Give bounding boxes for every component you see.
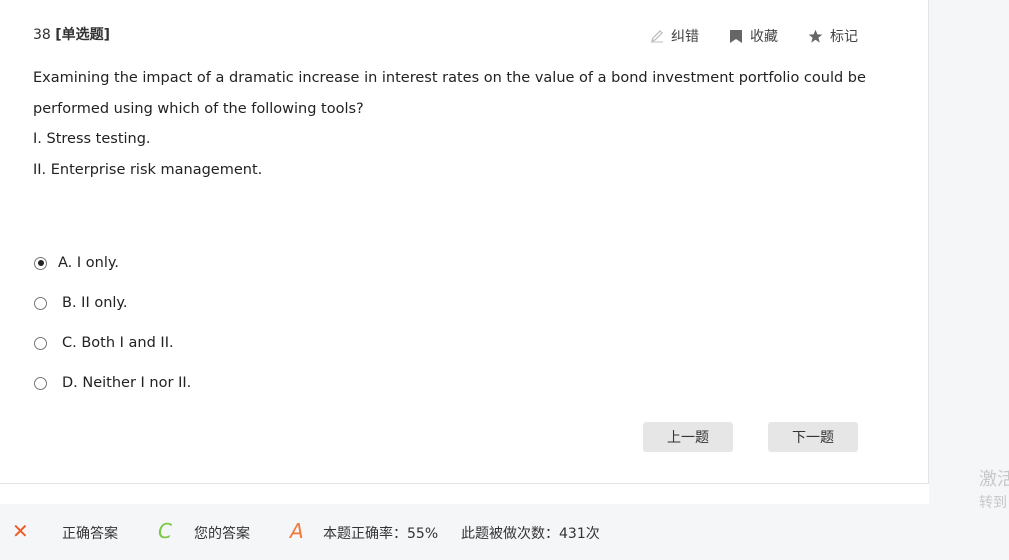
next-question-button[interactable]: 下一题 — [768, 422, 858, 452]
bookmark-icon — [729, 29, 743, 44]
option-a-label: A. I only. — [58, 255, 119, 271]
option-c-label: C. Both I and II. — [62, 335, 174, 351]
your-answer-value: A — [290, 519, 304, 543]
wrong-x-icon: ✕ — [12, 519, 29, 543]
favorite-button[interactable]: 收藏 — [729, 26, 778, 46]
option-b[interactable]: B. II only. — [34, 283, 191, 323]
question-stem: Examining the impact of a dramatic incre… — [33, 70, 866, 117]
correct-answer-value: C — [158, 519, 172, 543]
report-error-label: 纠错 — [671, 29, 699, 45]
option-b-radio[interactable] — [34, 296, 47, 310]
option-d-radio[interactable] — [34, 376, 47, 390]
question-statement-2: II. Enterprise risk management. — [33, 161, 263, 178]
question-statement-1: I. Stress testing. — [33, 131, 151, 147]
answer-options: A. I only. B. II only. C. Both I and II.… — [34, 243, 191, 403]
accuracy-rate: 本题正确率：55% — [323, 526, 439, 542]
option-a-radio[interactable] — [34, 256, 47, 270]
option-c-radio[interactable] — [34, 336, 47, 350]
star-icon — [808, 29, 823, 44]
attempt-count: 此题被做次数：431次 — [461, 526, 600, 542]
divider — [0, 484, 928, 504]
question-header: 38 [单选题] — [33, 24, 110, 44]
activation-watermark-sub: 转到 — [979, 495, 1007, 511]
question-number: 38 — [33, 27, 51, 43]
your-answer-label: 您的答案 — [194, 526, 250, 542]
option-b-label: B. II only. — [62, 295, 128, 311]
option-c[interactable]: C. Both I and II. — [34, 323, 191, 363]
favorite-label: 收藏 — [750, 29, 778, 45]
result-bar: ✕ 正确答案 C 您的答案 A 本题正确率：55% 此题被做次数：431次 — [0, 504, 929, 560]
question-text: Examining the impact of a dramatic incre… — [33, 63, 893, 185]
option-d[interactable]: D. Neither I nor II. — [34, 363, 191, 403]
question-panel: 38 [单选题] 纠错 收藏 标记 Examining the impact o… — [0, 0, 929, 484]
pencil-icon — [650, 29, 664, 43]
mark-label: 标记 — [830, 29, 858, 45]
report-error-button[interactable]: 纠错 — [650, 26, 699, 46]
option-d-label: D. Neither I nor II. — [62, 375, 192, 391]
question-toolbar: 纠错 收藏 标记 — [650, 26, 858, 46]
mark-button[interactable]: 标记 — [808, 26, 858, 46]
option-a[interactable]: A. I only. — [34, 243, 191, 283]
correct-answer-label: 正确答案 — [62, 526, 118, 542]
question-type: [单选题] — [55, 27, 111, 43]
prev-question-button[interactable]: 上一题 — [643, 422, 733, 452]
activation-watermark: 激活 — [979, 469, 1009, 490]
